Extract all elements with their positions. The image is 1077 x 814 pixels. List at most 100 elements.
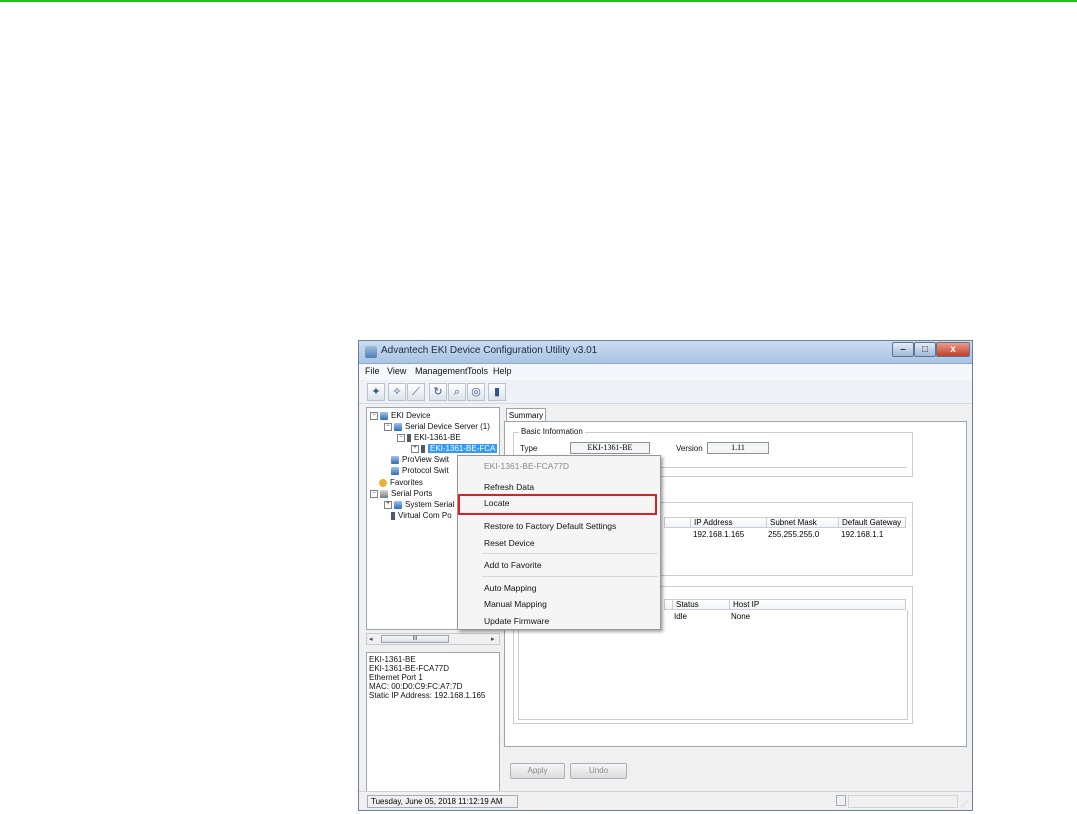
device-icon	[421, 444, 425, 453]
info-port: Ethernet Port 1	[369, 673, 423, 682]
app-icon	[365, 346, 377, 358]
tree-item-eki-device[interactable]: − EKI Device	[370, 411, 431, 421]
tree-label: EKI Device	[391, 411, 431, 420]
tree-label: Favorites	[390, 478, 423, 487]
status-bar: Tuesday, June 05, 2018 11:12:19 AM ⋰	[359, 791, 972, 810]
switch-node-icon	[391, 466, 399, 475]
server-icon	[394, 422, 402, 431]
favorites-icon	[379, 478, 387, 487]
expand-icon[interactable]: +	[384, 500, 392, 509]
tree-label: EKI-1361-BE	[414, 433, 461, 442]
apply-button[interactable]: Apply	[510, 763, 565, 779]
network-icon	[380, 411, 388, 420]
wizard-icon[interactable]: ✧	[388, 383, 406, 401]
binoculars-icon[interactable]: ◎	[467, 383, 485, 401]
tree-horizontal-scrollbar[interactable]: ◂ III ▸	[366, 633, 500, 645]
scroll-left-icon[interactable]: ◂	[369, 635, 373, 643]
toolbar: ✦ ✧ ⟋ ↻ ⌕ ◎ ▮	[359, 381, 972, 404]
undo-button[interactable]: Undo	[570, 763, 627, 779]
menu-item-add-favorite[interactable]: Add to Favorite	[484, 560, 542, 570]
device-info-panel: EKI-1361-BE EKI-1361-BE-FCA77D Ethernet …	[366, 652, 500, 792]
info-model: EKI-1361-BE	[369, 655, 416, 664]
col-default-gateway[interactable]: Default Gateway	[838, 518, 906, 527]
menu-item-reset-device[interactable]: Reset Device	[484, 538, 535, 548]
title-bar[interactable]: Advantech EKI Device Configuration Utili…	[359, 341, 972, 364]
menu-bar: File View Management Tools Help	[359, 364, 972, 380]
resize-grip-icon[interactable]: ⋰	[961, 800, 968, 808]
status-indicator	[836, 795, 846, 806]
device-search-icon[interactable]: ✦	[367, 383, 385, 401]
tree-label-selected: EKI-1361-BE-FCA	[428, 444, 498, 453]
collapse-icon[interactable]: −	[397, 433, 405, 442]
menu-item-restore-factory[interactable]: Restore to Factory Default Settings	[484, 521, 616, 531]
switch-node-icon	[391, 455, 399, 464]
top-accent-line	[0, 0, 1077, 2]
tree-item-model[interactable]: − EKI-1361-BE	[397, 433, 461, 443]
ip-address-cell: 192.168.1.165	[693, 530, 745, 539]
type-field: EKI-1361-BE	[570, 442, 650, 454]
menu-separator	[482, 576, 658, 577]
tree-item-system-serial[interactable]: + System Serial	[384, 500, 454, 510]
host-ip-cell: None	[731, 612, 751, 621]
menu-help[interactable]: Help	[493, 366, 512, 376]
col-host-ip[interactable]: Host IP	[729, 600, 903, 609]
ports-list-header: Status Host IP	[664, 599, 906, 610]
context-menu-header: EKI-1361-BE-FCA77D	[484, 461, 570, 471]
minimize-button[interactable]: –	[892, 342, 914, 357]
highlight-box	[458, 494, 657, 515]
menu-view[interactable]: View	[387, 366, 406, 376]
col-ip-address[interactable]: IP Address	[690, 518, 766, 527]
subnet-mask-cell: 255.255.255.0	[768, 530, 820, 539]
expand-icon[interactable]: +	[411, 444, 419, 453]
menu-separator	[482, 553, 658, 554]
col-subnet-mask[interactable]: Subnet Mask	[766, 518, 838, 527]
scroll-right-icon[interactable]: ▸	[491, 635, 495, 643]
tree-item-proview[interactable]: ProView Swit	[391, 455, 449, 465]
menu-item-update-firmware[interactable]: Update Firmware	[484, 616, 549, 626]
app-window: Advantech EKI Device Configuration Utili…	[358, 340, 973, 811]
tab-summary[interactable]: Summary	[506, 408, 546, 422]
maximize-button[interactable]: □	[914, 342, 936, 357]
tree-item-device[interactable]: + EKI-1361-BE-FCA	[411, 444, 498, 454]
close-button[interactable]: x	[936, 342, 970, 357]
collapse-icon[interactable]: −	[370, 489, 378, 498]
clean-icon[interactable]: ⟋	[407, 383, 425, 401]
network-list-header: IP Address Subnet Mask Default Gateway	[664, 517, 906, 528]
type-label: Type	[520, 444, 538, 453]
collapse-icon[interactable]: −	[384, 422, 392, 431]
tree-item-protocol[interactable]: Protocol Swit	[391, 466, 449, 476]
menu-item-manual-mapping[interactable]: Manual Mapping	[484, 599, 547, 609]
search-icon[interactable]: ⌕	[448, 383, 466, 401]
tree-item-serial-ports[interactable]: − Serial Ports	[370, 489, 432, 499]
menu-item-auto-mapping[interactable]: Auto Mapping	[484, 583, 536, 593]
info-mac: MAC: 00:D0:C9:FC:A7:7D	[369, 682, 463, 691]
version-label: Version	[676, 444, 703, 453]
version-field: 1.11	[707, 442, 769, 454]
tree-label: Virtual Com Po	[398, 511, 452, 520]
switch-icon[interactable]: ▮	[488, 383, 506, 401]
info-device: EKI-1361-BE-FCA77D	[369, 664, 450, 673]
tree-item-favorites[interactable]: Favorites	[379, 478, 423, 488]
menu-item-refresh-data[interactable]: Refresh Data	[484, 482, 534, 492]
tree-label: Serial Device Server (1)	[405, 422, 490, 431]
tree-label: ProView Swit	[402, 455, 449, 464]
tree-label: System Serial	[405, 500, 455, 509]
status-cell: Idle	[674, 612, 687, 621]
menu-file[interactable]: File	[365, 366, 380, 376]
collapse-icon[interactable]: −	[370, 411, 378, 420]
window-title: Advantech EKI Device Configuration Utili…	[381, 345, 598, 356]
scroll-thumb[interactable]: III	[381, 635, 449, 643]
tree-item-virtual-com[interactable]: Virtual Com Po	[391, 511, 452, 521]
menu-management[interactable]: Management	[415, 366, 468, 376]
tree-item-serial-device-server[interactable]: − Serial Device Server (1)	[384, 422, 490, 432]
basic-info-legend: Basic Information	[519, 427, 585, 436]
menu-tools[interactable]: Tools	[467, 366, 488, 376]
info-ip: Static IP Address: 192.168.1.165	[369, 691, 486, 700]
serial-port-icon	[380, 489, 388, 498]
col-status[interactable]: Status	[672, 600, 729, 609]
tree-label: Protocol Swit	[402, 466, 449, 475]
default-gateway-cell: 192.168.1.1	[841, 530, 884, 539]
serial-port-icon	[394, 500, 402, 509]
refresh-icon[interactable]: ↻	[429, 383, 447, 401]
tree-label: Serial Ports	[391, 489, 433, 498]
